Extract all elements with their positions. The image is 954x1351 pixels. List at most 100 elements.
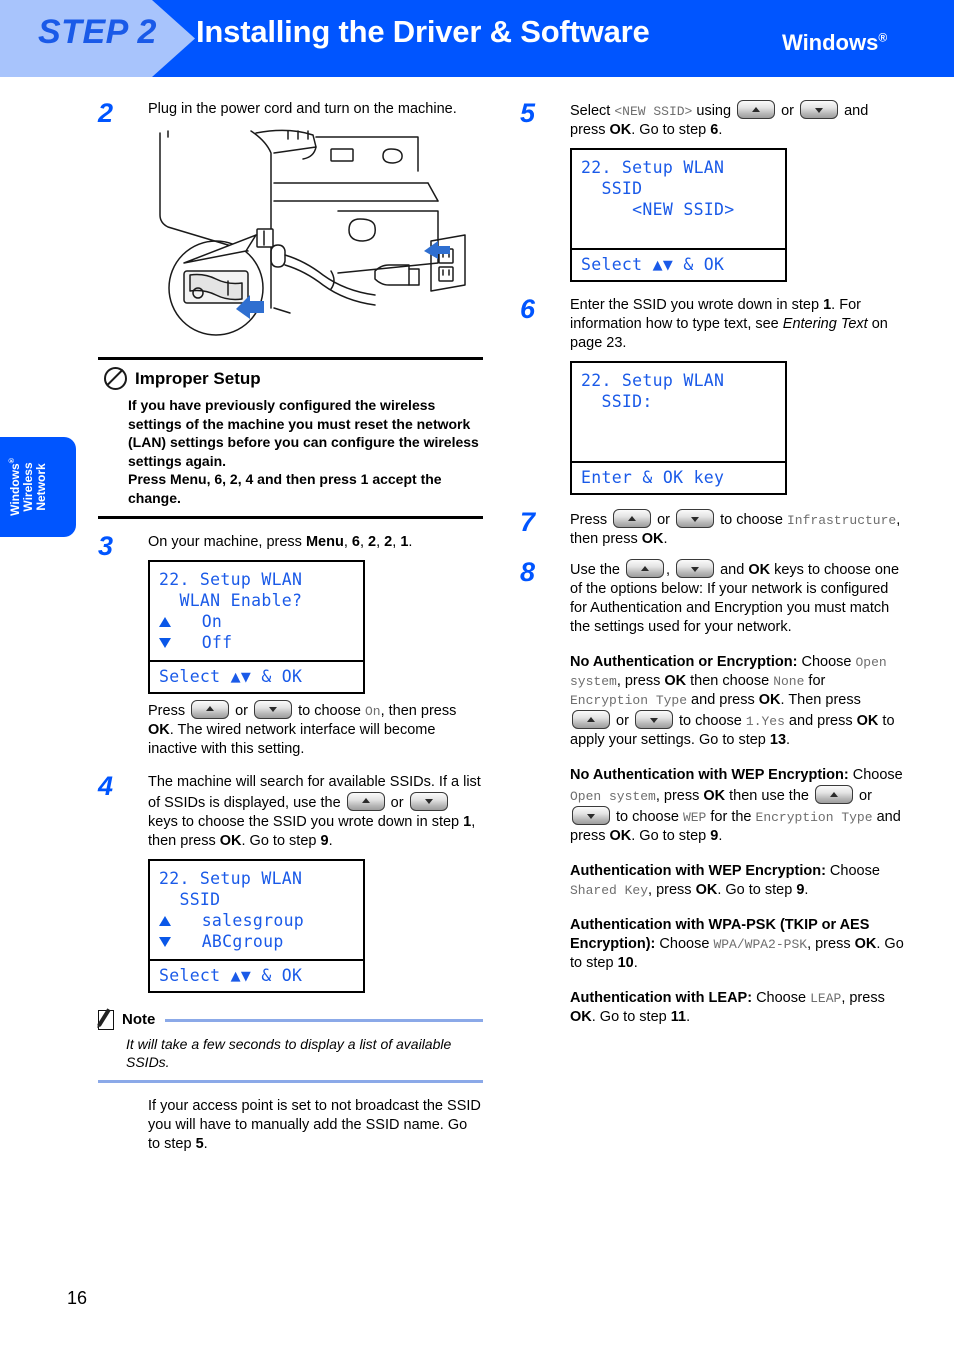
step-4: 4 The machine will search for available … [98,770,483,993]
note-block: Note It will take a few seconds to displ… [97,1007,483,1083]
auth-5-t1: Choose [752,990,811,1006]
step-5-text: Select <NEW SSID> using or and press OK.… [570,100,905,140]
after-note-text-2: . [203,1135,208,1152]
step-7-text-3: to choose [716,512,787,528]
os-label-text: Windows [782,30,879,55]
step-6: 6 Enter the SSID you wrote down in step … [520,296,905,495]
step-3-trailing-text: . The wired network interface will becom… [148,721,436,757]
auth-1-ok-3: OK [856,713,879,729]
step-3-on-value: On [364,703,381,719]
step-3-or-label: or [231,702,253,719]
improper-setup-top-rule [98,357,483,360]
auth-2-t9: . [718,828,723,844]
step-3-press-label: Press [148,702,190,719]
lcd-5-line-4 [572,220,785,241]
left-column: 2 Plug in the power cord and turn on the… [97,100,483,1154]
down-arrow-key[interactable] [676,559,715,578]
step-8-text-1: Use the [570,562,624,578]
step-6-number: 6 [520,294,536,324]
auth-option-wpa-psk: Authentication with WPA-PSK (TKIP or AES… [570,916,905,973]
step-4-text-5: . Go to step [241,832,321,849]
step-8-text: Use the , and OK keys to choose one of t… [570,559,905,637]
lcd-3-line-4-text: Off [201,632,233,652]
auth-5-t4: . [686,1009,691,1025]
step-6-text: Enter the SSID you wrote down in step 1.… [570,296,905,353]
improper-setup-title: Improper Setup [135,368,261,388]
lcd-screen-step-6: 22. Setup WLAN SSID: Enter & OK key [570,361,787,495]
page-title: Installing the Driver & Software [196,14,650,49]
step-4-ok-bold: OK [219,832,242,849]
lcd-6-footer: Enter & OK key [581,468,725,487]
step-7-ok-bold: OK [641,531,664,547]
step-5-text-3: or [777,103,799,119]
auth-2-open-system: Open system [570,789,656,804]
note-title: Note [122,1010,156,1028]
auth-4-t1: Choose [655,936,714,952]
up-arrow-key[interactable] [613,509,652,528]
auth-1-ok-2: OK [758,692,781,708]
note-pencil-icon [97,1007,117,1030]
up-arrow-key[interactable] [737,100,776,119]
up-arrow-key[interactable] [572,710,610,729]
down-arrow-key[interactable] [572,806,610,825]
down-arrow-key[interactable] [409,791,448,811]
lcd-4-down-triangle-icon [159,936,171,947]
auth-1-t6: . Then press [780,692,861,708]
side-tab-inner: Windows® Wireless Network [0,437,76,537]
auth-5-step-11: 11 [670,1009,687,1025]
lcd-screen-step-3: 22. Setup WLAN WLAN Enable? On Off Selec… [148,559,365,694]
auth-4-wpa-wpa2-psk: WPA/WPA2-PSK [713,937,808,952]
lcd-6-line-2: SSID: [581,392,653,411]
step-4-number: 4 [98,770,114,801]
step-3-ok-bold: OK [148,721,170,738]
lcd-screen-step-4: 22. Setup WLAN SSID salesgroup ABCgroup … [148,858,365,993]
lcd-6-line-3 [572,412,785,433]
down-arrow-key[interactable] [254,699,293,719]
lcd-5-line-3: <NEW SSID> [581,200,735,219]
lcd-4-line-3: salesgroup [150,910,363,931]
lcd-3-main: 22. Setup WLAN WLAN Enable? On Off [150,562,363,660]
lcd-4-main: 22. Setup WLAN SSID salesgroup ABCgroup [150,861,363,959]
right-column: 5 Select <NEW SSID> using or and press O… [520,100,905,1031]
key-1: 1 [400,533,409,550]
auth-3-shared-key: Shared Key [570,883,649,898]
step-4-step-ref-9: 9 [320,832,329,849]
improper-setup-body: If you have previously configured the wi… [128,396,483,508]
side-tab-line-3: Network [33,463,48,511]
auth-2-ok-2: OK [609,828,632,844]
auth-2-t8: . Go to step [631,828,711,844]
lcd-3-line-3-text: On [201,611,223,631]
step-5-text-5: . Go to step [631,122,711,138]
step-7-number: 7 [520,507,536,537]
auth-2-encryption-type: Encryption Type [755,810,873,825]
step-4-text-3: keys to choose the SSID you wrote down i… [148,813,464,830]
auth-1-t8: to choose [674,713,746,729]
up-arrow-key[interactable] [815,785,853,804]
up-arrow-key[interactable] [346,791,385,811]
auth-option-1-title: No Authentication or Encryption: [570,654,798,670]
step-8: 8 Use the , and OK keys to choose one of… [520,559,905,1027]
step-7-infrastructure-value: Infrastructure [786,513,897,528]
step-3-number: 3 [98,530,114,561]
lcd-4-line-1: 22. Setup WLAN [159,868,303,888]
improper-setup-bottom-rule [98,515,483,519]
down-arrow-key[interactable] [676,509,715,528]
auth-4-ok: OK [854,936,877,952]
step-3-choose-label: to choose [294,702,365,719]
step-7: 7 Press or to choose Infrastructure, the… [520,509,905,549]
auth-option-2-title: No Authentication with WEP Encryption: [570,767,849,783]
step-6-step-ref-1: 1 [823,297,832,313]
step-2-number: 2 [98,98,114,128]
up-arrow-key[interactable] [191,699,230,719]
after-note-step-ref-5: 5 [195,1135,204,1152]
auth-1-t9: and press [784,713,857,729]
auth-option-no-auth-no-encryption: No Authentication or Encryption: Choose … [570,653,905,750]
down-arrow-key[interactable] [800,100,839,119]
step-3-text: On your machine, press Menu, 6, 2, 2, 1. [148,533,413,550]
lcd-4-line-4-text: ABCgroup [201,931,284,951]
up-arrow-key[interactable] [626,559,664,578]
lcd-6-main: 22. Setup WLAN SSID: [572,363,785,461]
step-2: 2 Plug in the power cord and turn on the… [98,100,483,343]
down-arrow-key[interactable] [634,710,673,729]
auth-3-t4: . [804,882,809,898]
